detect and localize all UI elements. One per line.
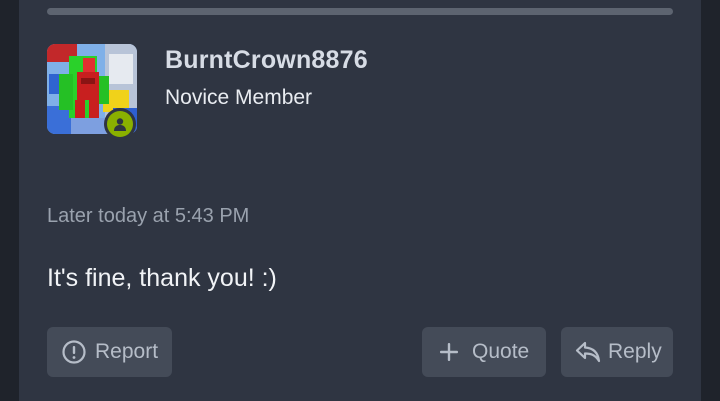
report-button[interactable]: Report <box>47 327 172 377</box>
report-label: Report <box>95 340 159 363</box>
post-timestamp[interactable]: Later today at 5:43 PM <box>47 205 249 228</box>
reply-label: Reply <box>608 340 662 363</box>
user-title: Novice Member <box>165 86 313 109</box>
reply-arrow-icon <box>575 341 601 363</box>
user-online-icon <box>107 111 133 137</box>
quote-label: Quote <box>472 340 530 363</box>
online-status-badge <box>104 108 136 140</box>
reply-button[interactable]: Reply <box>561 327 673 377</box>
plus-icon <box>440 343 458 361</box>
page-frame: BurntCrown8876 Novice Member Later today… <box>0 0 720 401</box>
post-message: It's fine, thank you! :) <box>47 264 277 292</box>
quote-button[interactable]: Quote <box>422 327 546 377</box>
post-divider <box>47 8 673 15</box>
username[interactable]: BurntCrown8876 <box>165 46 368 75</box>
post-card: BurntCrown8876 Novice Member Later today… <box>19 0 701 401</box>
alert-circle-icon <box>62 340 86 364</box>
user-avatar-container[interactable] <box>47 44 137 140</box>
